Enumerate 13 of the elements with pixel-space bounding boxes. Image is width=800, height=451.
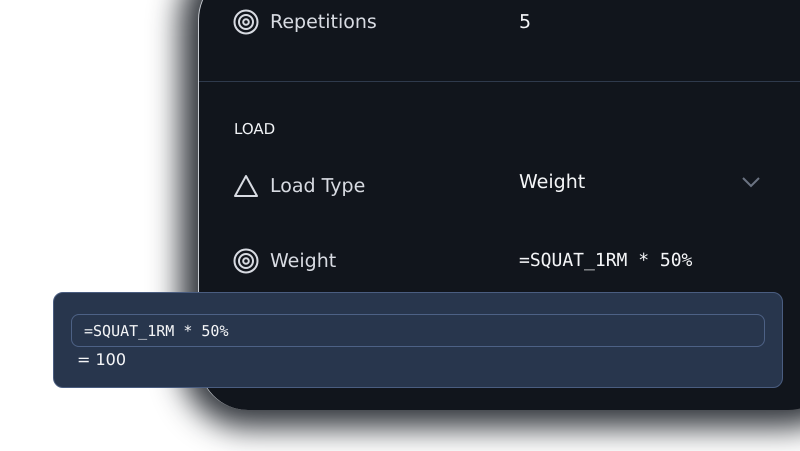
load-type-dropdown[interactable]: Weight (519, 170, 761, 192)
field-value[interactable]: 5 (519, 11, 532, 33)
field-label: Repetitions (270, 11, 377, 33)
formula-input[interactable]: =SQUAT_1RM * 50% (71, 314, 765, 347)
formula-result: = 100 (76, 350, 128, 369)
chevron-down-icon (741, 176, 761, 188)
field-label: Load Type (270, 174, 366, 196)
target-icon (233, 9, 259, 35)
triangle-icon (233, 174, 259, 198)
section-title: LOAD (233, 120, 276, 138)
target-icon (233, 248, 259, 274)
formula-value[interactable]: =SQUAT_1RM * 50% (519, 250, 692, 271)
field-label: Weight (270, 250, 336, 272)
